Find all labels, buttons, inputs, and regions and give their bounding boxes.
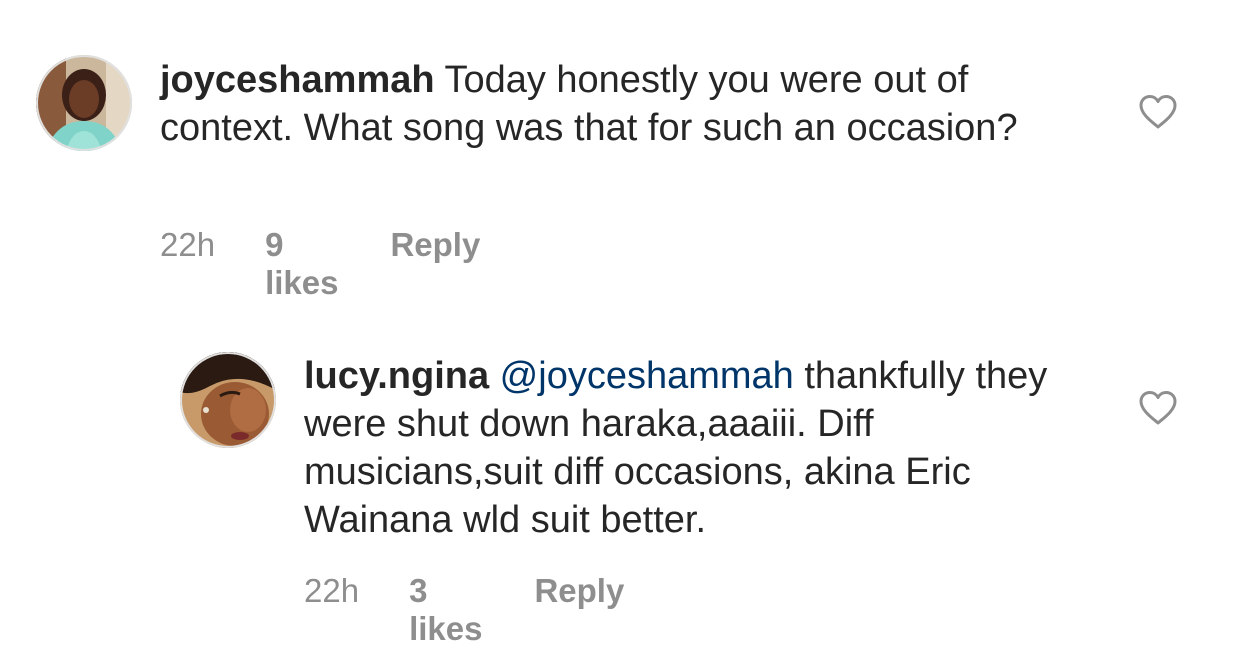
avatar-lucy-ngina[interactable] [180, 352, 276, 448]
avatar-image [180, 352, 276, 448]
reply-button[interactable]: Reply [390, 226, 480, 264]
comment-likes-count[interactable]: 9 likes [265, 226, 338, 302]
comment-text: joyceshammah Today honestly you were out… [160, 56, 1060, 152]
comment-meta: 22h 9 likes Reply [160, 226, 480, 302]
comment-timestamp[interactable]: 22h [160, 226, 215, 264]
comment-timestamp[interactable]: 22h [304, 572, 359, 610]
comment-username[interactable]: lucy.ngina [304, 355, 489, 397]
comment-likes-count[interactable]: 3 likes [409, 572, 482, 648]
heart-outline-icon[interactable] [1138, 390, 1178, 426]
comment-text: lucy.ngina @joyceshammah thankfully they… [304, 352, 1104, 544]
heart-outline-icon[interactable] [1138, 94, 1178, 130]
comment-meta: 22h 3 likes Reply [304, 572, 624, 648]
avatar-image [36, 55, 132, 151]
reply-button[interactable]: Reply [534, 572, 624, 610]
comment-username[interactable]: joyceshammah [160, 59, 435, 101]
comment-mention-link[interactable]: @joyceshammah [500, 355, 794, 397]
avatar-joyceshammah[interactable] [36, 55, 132, 151]
